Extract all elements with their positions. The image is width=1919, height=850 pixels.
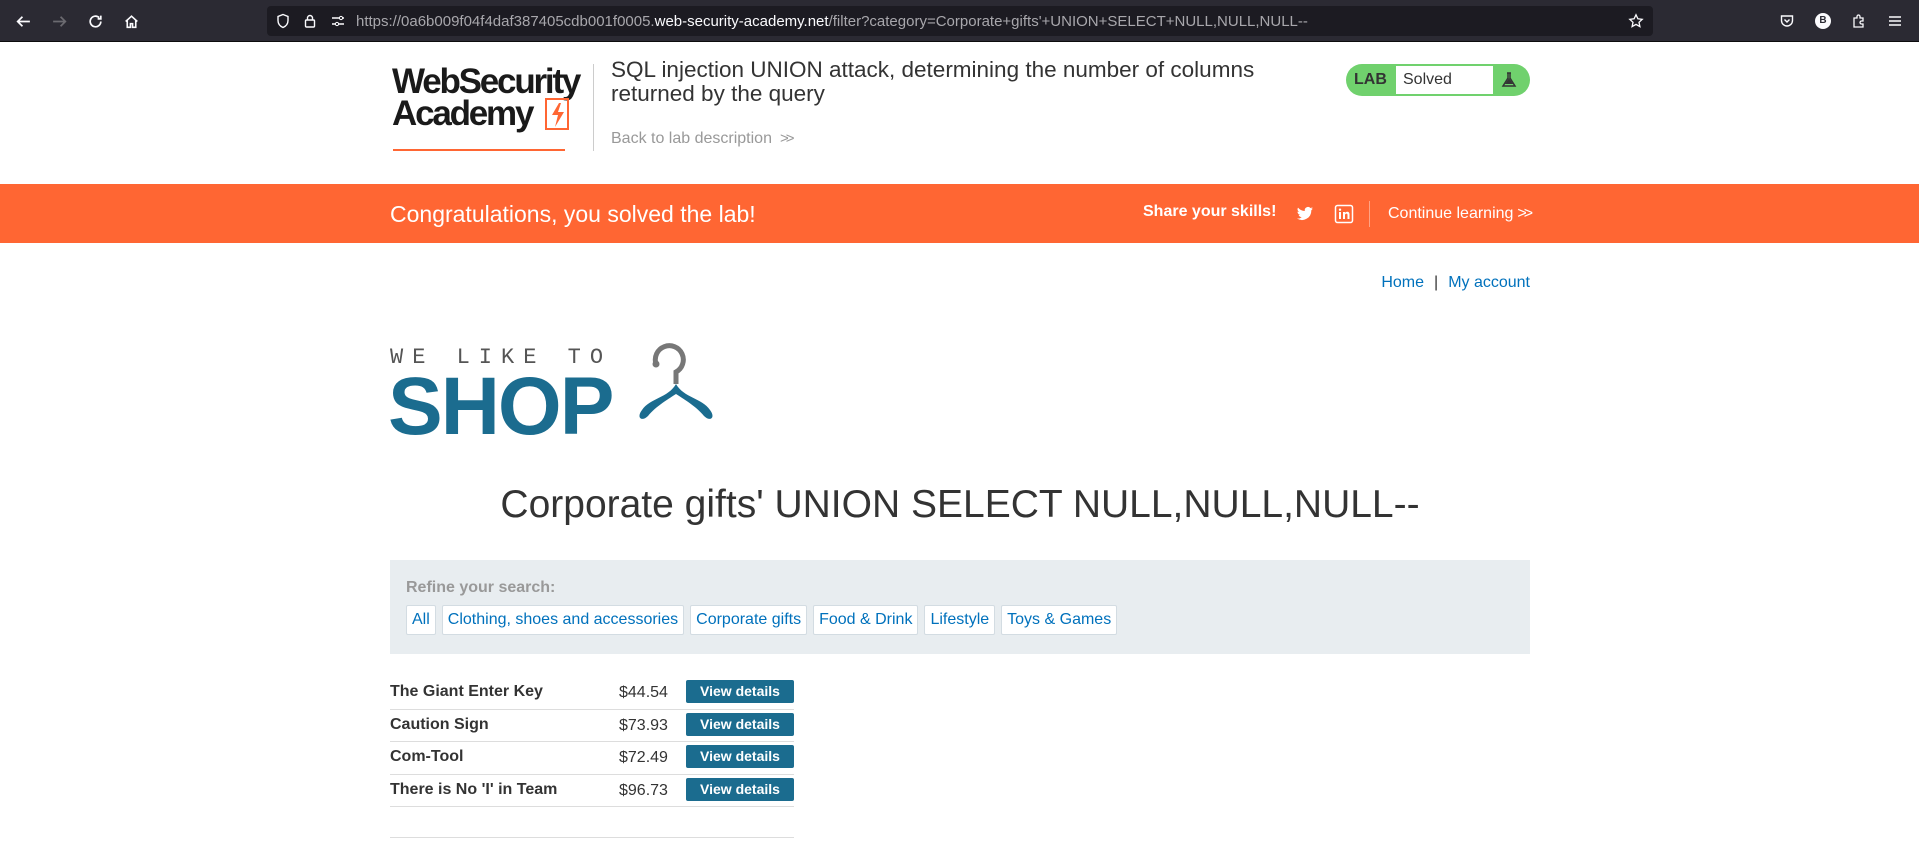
table-bottom-border	[390, 837, 794, 838]
coat-hanger-icon	[639, 343, 713, 419]
product-price: $73.93	[619, 716, 668, 734]
top-nav: Home | My account	[1381, 274, 1530, 292]
home-icon[interactable]	[119, 9, 143, 33]
product-price: $44.54	[619, 684, 668, 701]
logo-word: SHOP	[388, 361, 614, 452]
product-name: There is No 'I' in Team	[390, 780, 558, 798]
double-chevron-icon: >>	[779, 130, 794, 147]
product-price: $72.49	[619, 749, 668, 766]
url-text[interactable]: https://0a6b009f04f4daf387405cdb001f0005…	[356, 13, 1308, 30]
filter-corporate-gifts[interactable]: Corporate gifts	[690, 605, 808, 635]
back-to-lab-description-link[interactable]: Back to lab description >>	[611, 130, 794, 148]
my-account-link[interactable]: My account	[1448, 274, 1530, 291]
logo-line-2: Academy	[392, 94, 534, 133]
table-row: The Giant Enter Key $44.54 View details	[390, 677, 794, 710]
flask-icon	[1501, 72, 1517, 87]
home-link[interactable]: Home	[1381, 274, 1424, 291]
pocket-icon[interactable]	[1777, 11, 1797, 31]
category-title: Corporate gifts' UNION SELECT NULL,NULL,…	[500, 483, 1420, 526]
extensions-icon[interactable]	[1849, 11, 1869, 31]
view-details-button[interactable]: View details	[686, 745, 794, 768]
product-table: The Giant Enter Key $44.54 View details …	[390, 677, 794, 807]
view-details-button[interactable]: View details	[686, 712, 794, 736]
product-name: Caution Sign	[390, 715, 489, 733]
table-row: Caution Sign $73.93 View details	[390, 710, 794, 742]
address-bar[interactable]: https://0a6b009f04f4daf387405cdb001f0005…	[267, 6, 1653, 36]
linkedin-icon[interactable]	[1334, 204, 1354, 224]
header-divider	[593, 64, 594, 151]
menu-icon[interactable]	[1885, 11, 1905, 31]
back-icon[interactable]	[11, 9, 35, 33]
twitter-icon[interactable]	[1295, 204, 1315, 224]
refine-label: Refine your search:	[406, 579, 556, 596]
banner-divider	[1369, 201, 1370, 227]
lab-title: SQL injection UNION attack, determining …	[611, 57, 1255, 106]
lab-status-text: Solved	[1396, 66, 1493, 94]
forward-icon[interactable]	[47, 9, 71, 33]
profile-avatar[interactable]: B	[1813, 11, 1833, 31]
share-skills-label: Share your skills!	[1143, 203, 1277, 220]
we-like-to-shop-logo: WE LIKE TO SHOP	[388, 340, 750, 452]
refine-search-panel: Refine your search: All Clothing, shoes …	[390, 560, 1530, 654]
browser-toolbar: https://0a6b009f04f4daf387405cdb001f0005…	[0, 0, 1919, 42]
lab-label: LAB	[1354, 71, 1387, 88]
view-details-button[interactable]: View details	[686, 777, 794, 801]
nav-separator: |	[1434, 274, 1439, 291]
filter-food-drink[interactable]: Food & Drink	[813, 605, 919, 635]
view-details-button[interactable]: View details	[686, 680, 794, 703]
congratulations-message: Congratulations, you solved the lab!	[390, 201, 756, 227]
filter-all[interactable]: All	[406, 605, 436, 635]
filter-list: All Clothing, shoes and accessories Corp…	[406, 605, 1118, 635]
double-chevron-icon: >>	[1517, 205, 1533, 222]
tracking-shield-icon[interactable]	[275, 13, 291, 29]
bookmark-star-icon[interactable]	[1628, 13, 1644, 29]
table-row: Com-Tool $72.49 View details	[390, 742, 794, 775]
filter-toys-games[interactable]: Toys & Games	[1001, 605, 1118, 635]
solved-banner: Congratulations, you solved the lab! Sha…	[0, 184, 1919, 243]
web-security-academy-logo[interactable]: WebSecurity Academy	[390, 62, 590, 152]
reload-icon[interactable]	[83, 9, 107, 33]
lab-header: WebSecurity Academy SQL injection UNION …	[0, 42, 1919, 184]
lab-status-badge: LAB Solved	[1346, 64, 1530, 96]
filter-clothing[interactable]: Clothing, shoes and accessories	[441, 605, 685, 635]
logo-underline	[393, 149, 565, 151]
continue-learning-link[interactable]: Continue learning >>	[1388, 205, 1533, 223]
lock-icon[interactable]	[302, 13, 318, 29]
filter-lifestyle[interactable]: Lifestyle	[924, 605, 996, 635]
lightning-icon	[545, 98, 569, 130]
product-name: Com-Tool	[390, 748, 464, 765]
product-name: The Giant Enter Key	[390, 683, 543, 700]
product-price: $96.73	[619, 781, 668, 799]
permissions-icon[interactable]	[330, 13, 346, 29]
table-row: There is No 'I' in Team $96.73 View deta…	[390, 775, 794, 807]
